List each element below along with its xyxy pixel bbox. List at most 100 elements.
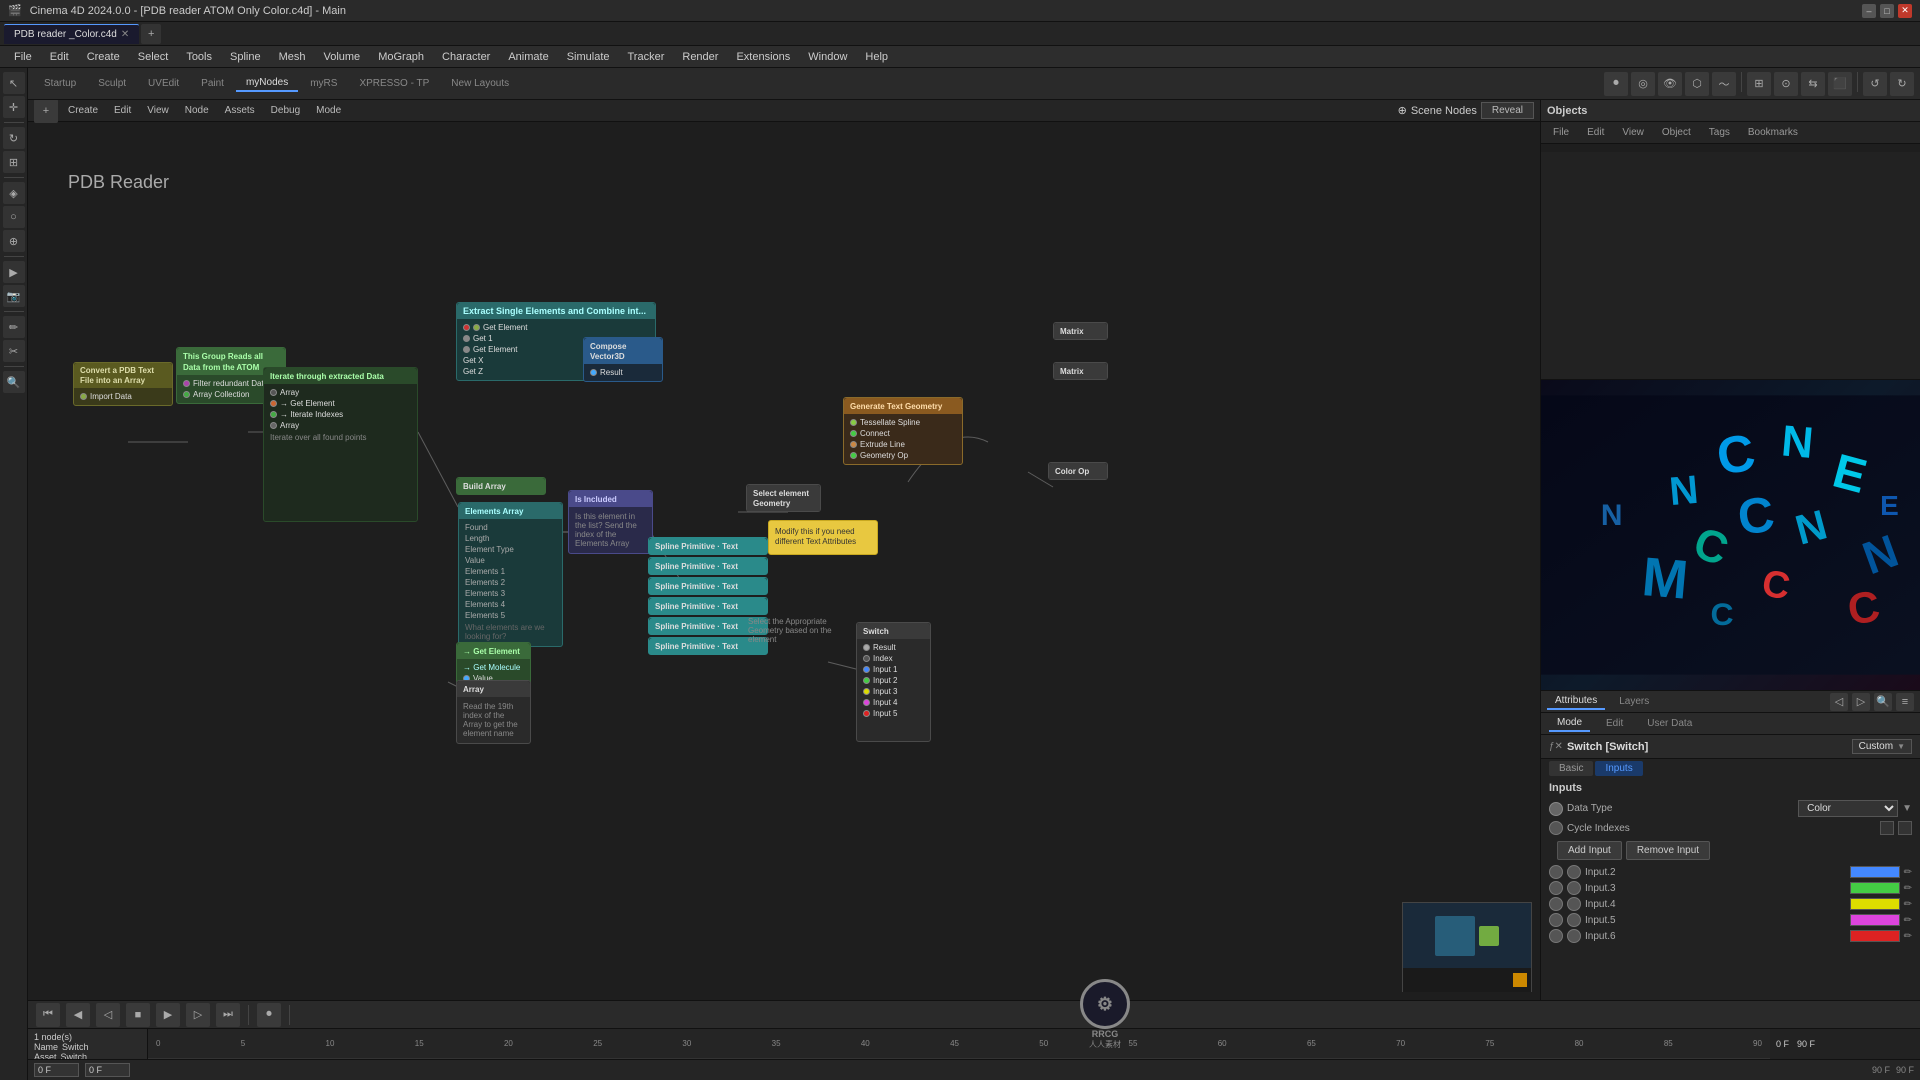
menu-window[interactable]: Window — [800, 49, 855, 65]
obj-tab-bookmarks[interactable]: Bookmarks — [1740, 125, 1806, 140]
cycleindexes-circle-icon[interactable] — [1549, 821, 1563, 835]
node-build-array[interactable]: Build Array — [456, 477, 546, 495]
icon-btn-redo[interactable]: ↻ — [1890, 72, 1914, 96]
layout-tab-paint[interactable]: Paint — [191, 76, 234, 91]
tool-object[interactable]: ○ — [3, 206, 25, 228]
tool-search[interactable]: 🔍 — [3, 371, 25, 393]
spline-3[interactable]: Spline Primitive · Text — [648, 577, 768, 595]
reveal-button[interactable]: Reveal — [1481, 102, 1534, 119]
close-button[interactable]: ✕ — [1898, 4, 1912, 18]
node-color-op[interactable]: Color Op — [1048, 462, 1108, 480]
input3-edit-icon[interactable]: ✏ — [1904, 883, 1912, 894]
icon-btn-render[interactable]: ⏺ — [1604, 72, 1628, 96]
bi-tab-inputs[interactable]: Inputs — [1595, 761, 1642, 776]
tl-play-stop[interactable]: ■ — [126, 1003, 150, 1027]
attr-mode-edit[interactable]: Edit — [1598, 716, 1631, 731]
attr-mode-mode[interactable]: Mode — [1549, 715, 1590, 732]
input6-edit-icon[interactable]: ✏ — [1904, 931, 1912, 942]
input2-edit-icon[interactable]: ✏ — [1904, 867, 1912, 878]
start-frame-input[interactable] — [34, 1063, 79, 1077]
bi-tab-basic[interactable]: Basic — [1549, 761, 1593, 776]
tool-render[interactable]: ▶ — [3, 261, 25, 283]
datatype-circle-icon[interactable] — [1549, 802, 1563, 816]
obj-tab-view[interactable]: View — [1614, 125, 1652, 140]
spline-1[interactable]: Spline Primitive · Text — [648, 537, 768, 555]
input5-edit-icon[interactable]: ✏ — [1904, 915, 1912, 926]
obj-tab-tags[interactable]: Tags — [1701, 125, 1738, 140]
attr-icon-4[interactable]: ≡ — [1896, 693, 1914, 711]
node-iterate[interactable]: Iterate through extracted Data Array → G… — [263, 367, 418, 522]
node-array-mol[interactable]: Array Read the 19th index of the Array t… — [456, 680, 531, 744]
tool-world[interactable]: ⊕ — [3, 230, 25, 252]
node-matrix2[interactable]: Matrix — [1053, 362, 1108, 380]
tl-prev-frame[interactable]: ◀ — [66, 1003, 90, 1027]
tab-close-icon[interactable]: ✕ — [121, 29, 129, 40]
node-generate-text[interactable]: Generate Text Geometry Tessellate Spline… — [843, 397, 963, 465]
node-switch-large[interactable]: Switch Result Index — [856, 622, 931, 742]
viewport[interactable]: C N N E C C N M N C C — [1541, 380, 1920, 690]
node-elements-array[interactable]: Elements Array Found Length Element Type… — [458, 502, 563, 647]
menu-character[interactable]: Character — [434, 49, 498, 65]
tool-move[interactable]: ✛ — [3, 96, 25, 118]
icon-btn-spline[interactable]: 〜 — [1712, 72, 1736, 96]
attr-tab-layers[interactable]: Layers — [1611, 694, 1657, 709]
node-toolbar-add[interactable]: + — [34, 100, 58, 123]
obj-tab-edit[interactable]: Edit — [1579, 125, 1612, 140]
icon-btn-grid[interactable]: ⊞ — [1747, 72, 1771, 96]
current-frame-input[interactable] — [85, 1063, 130, 1077]
node-menu-mode[interactable]: Mode — [310, 103, 347, 118]
input3-color-swatch[interactable] — [1850, 882, 1900, 894]
new-tab-button[interactable]: + — [141, 24, 161, 44]
input6-color-swatch[interactable] — [1850, 930, 1900, 942]
tool-select[interactable]: ↖ — [3, 72, 25, 94]
menu-tools[interactable]: Tools — [178, 49, 220, 65]
tl-play[interactable]: ▶ — [156, 1003, 180, 1027]
attr-tab-attributes[interactable]: Attributes — [1547, 693, 1605, 710]
node-menu-assets[interactable]: Assets — [219, 103, 261, 118]
node-menu-debug[interactable]: Debug — [265, 103, 306, 118]
tl-play-back[interactable]: ◁ — [96, 1003, 120, 1027]
menu-help[interactable]: Help — [857, 49, 896, 65]
layout-tab-xpresso[interactable]: XPRESSO - TP — [349, 76, 439, 91]
menu-file[interactable]: File — [6, 49, 40, 65]
menu-edit[interactable]: Edit — [42, 49, 77, 65]
menu-render[interactable]: Render — [674, 49, 726, 65]
tool-rotate[interactable]: ↻ — [3, 127, 25, 149]
obj-tab-file[interactable]: File — [1545, 125, 1577, 140]
spline-2[interactable]: Spline Primitive · Text — [648, 557, 768, 575]
tool-camera[interactable]: 📷 — [3, 285, 25, 307]
tool-model[interactable]: ◈ — [3, 182, 25, 204]
layout-tab-myrs[interactable]: myRS — [300, 76, 347, 91]
input4-edit-icon[interactable]: ✏ — [1904, 899, 1912, 910]
tab-active[interactable]: PDB reader _Color.c4d ✕ — [4, 24, 139, 44]
add-input-button[interactable]: Add Input — [1557, 841, 1622, 860]
attr-icon-3[interactable]: 🔍 — [1874, 693, 1892, 711]
icon-btn-link[interactable]: ⬛ — [1828, 72, 1852, 96]
maximize-button[interactable]: □ — [1880, 4, 1894, 18]
cycleindexes-checkbox[interactable] — [1880, 821, 1894, 835]
menu-mesh[interactable]: Mesh — [271, 49, 314, 65]
datatype-arrow-icon[interactable]: ▼ — [1902, 803, 1912, 814]
menu-extensions[interactable]: Extensions — [728, 49, 798, 65]
menu-create[interactable]: Create — [79, 49, 128, 65]
icon-btn-view[interactable]: 👁 — [1658, 72, 1682, 96]
menu-tracker[interactable]: Tracker — [620, 49, 673, 65]
input4-color-swatch[interactable] — [1850, 898, 1900, 910]
node-import-data[interactable]: Convert a PDB Text File into an Array Im… — [73, 362, 173, 406]
icon-btn-undo[interactable]: ↺ — [1863, 72, 1887, 96]
node-matrix1[interactable]: Matrix — [1053, 322, 1108, 340]
obj-tab-object[interactable]: Object — [1654, 125, 1699, 140]
tool-knife[interactable]: ✂ — [3, 340, 25, 362]
node-menu-view[interactable]: View — [141, 103, 175, 118]
node-menu-node[interactable]: Node — [179, 103, 215, 118]
input5-color-swatch[interactable] — [1850, 914, 1900, 926]
cycleindexes-checkbox2[interactable] — [1898, 821, 1912, 835]
tool-scale[interactable]: ⊞ — [3, 151, 25, 173]
node-menu-create[interactable]: Create — [62, 103, 104, 118]
tl-to-start[interactable]: ⏮ — [36, 1003, 60, 1027]
remove-input-button[interactable]: Remove Input — [1626, 841, 1710, 860]
attr-icon-1[interactable]: ◁ — [1830, 693, 1848, 711]
layout-tab-newlayouts[interactable]: New Layouts — [441, 76, 519, 91]
menu-simulate[interactable]: Simulate — [559, 49, 618, 65]
icon-btn-sym[interactable]: ⇆ — [1801, 72, 1825, 96]
